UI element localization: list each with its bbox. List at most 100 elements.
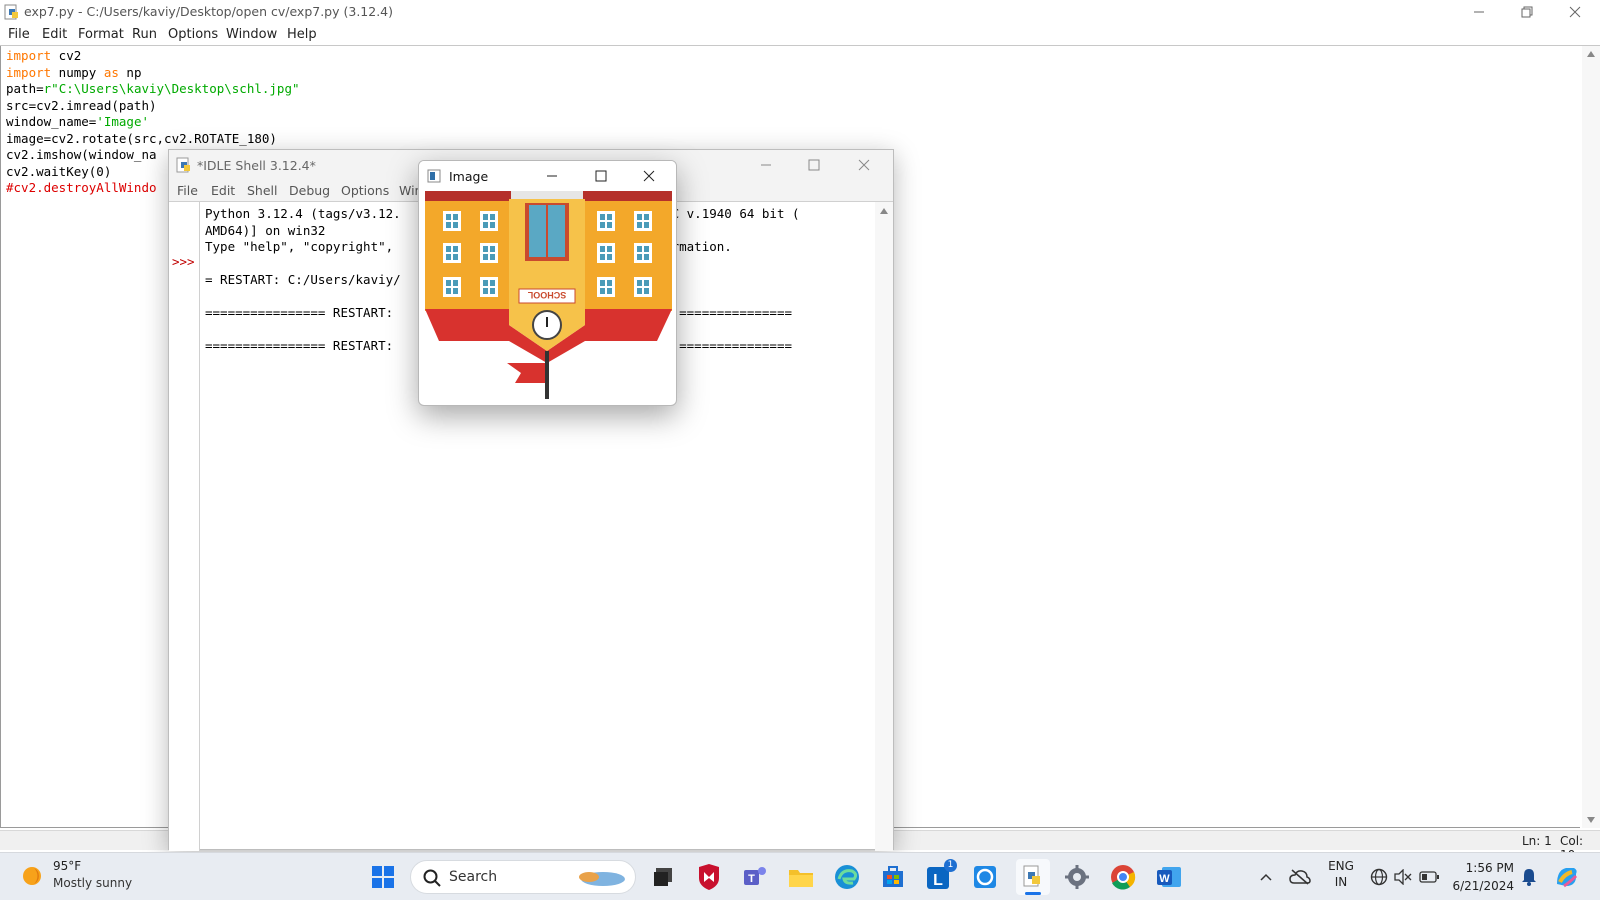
- shell-menu-file[interactable]: File: [177, 183, 198, 198]
- menu-window[interactable]: Window: [226, 27, 277, 42]
- school-building-illustration: SCHOOL: [425, 191, 672, 399]
- weather-temperature: 95°F: [53, 859, 82, 873]
- taskbar-store[interactable]: [878, 862, 908, 892]
- task-view-icon: [654, 868, 672, 886]
- battery-icon: [1419, 871, 1439, 883]
- code-token: path=: [6, 81, 44, 96]
- battery-button[interactable]: [1418, 865, 1440, 889]
- close-icon: [1569, 6, 1581, 18]
- task-view-button[interactable]: [648, 862, 678, 892]
- notifications-button[interactable]: [1518, 865, 1540, 889]
- image-maximize-button[interactable]: [578, 161, 624, 191]
- shell-maximize-button[interactable]: [791, 150, 837, 180]
- editor-menubar: File Edit Format Run Options Window Help: [0, 24, 1600, 46]
- restore-button[interactable]: [1504, 0, 1550, 24]
- weather-widget[interactable]: [18, 861, 48, 891]
- bell-icon: [1522, 869, 1536, 886]
- shell-minimize-button[interactable]: [743, 150, 789, 180]
- shell-menu-debug[interactable]: Debug: [289, 183, 330, 198]
- teams-icon: T: [744, 867, 766, 885]
- copilot-icon: [1557, 868, 1578, 888]
- school-sign-text: SCHOOL: [527, 290, 566, 300]
- code-token: import: [6, 48, 52, 63]
- maximize-icon: [808, 159, 820, 171]
- code-line[interactable]: image=cv2.rotate(src,cv2.ROTATE_180): [6, 131, 277, 147]
- menu-format[interactable]: Format: [78, 27, 124, 42]
- editor-title: exp7.py - C:/Users/kaviy/Desktop/open cv…: [24, 4, 394, 19]
- code-token: src=cv2.imread(path): [6, 97, 157, 113]
- taskbar-search[interactable]: Search: [410, 860, 636, 894]
- weather-sunny-icon: [23, 867, 41, 885]
- scroll-up-icon[interactable]: [879, 207, 889, 215]
- shell-close-button[interactable]: [841, 150, 887, 180]
- menu-edit[interactable]: Edit: [42, 27, 67, 42]
- code-line[interactable]: cv2.imshow(window_na: [6, 147, 157, 163]
- show-hidden-icons-button[interactable]: [1256, 865, 1276, 889]
- minimize-icon: [761, 164, 771, 166]
- code-line[interactable]: cv2.waitKey(0): [6, 164, 111, 180]
- code-line[interactable]: import numpy as np: [6, 65, 141, 81]
- menu-help[interactable]: Help: [287, 27, 317, 42]
- volume-button[interactable]: [1392, 865, 1414, 889]
- code-line[interactable]: #cv2.destroyAllWindo: [6, 180, 157, 196]
- taskbar-linkedin[interactable]: L 1: [924, 859, 957, 892]
- image-minimize-button[interactable]: [529, 161, 575, 191]
- code-line[interactable]: window_name='Image': [6, 114, 149, 130]
- shell-title: *IDLE Shell 3.12.4*: [197, 158, 316, 173]
- image-window-icon: [427, 169, 441, 183]
- taskbar-idle-active[interactable]: [1016, 859, 1050, 895]
- network-button[interactable]: [1368, 865, 1390, 889]
- taskbar-chrome[interactable]: [1108, 862, 1138, 892]
- clock-date: 6/21/2024: [1452, 879, 1514, 893]
- taskbar-word[interactable]: W: [1154, 862, 1184, 892]
- idle-app-icon: [4, 4, 18, 20]
- shell-menu-options[interactable]: Options: [341, 183, 389, 198]
- menu-options[interactable]: Options: [168, 27, 218, 42]
- copilot-button[interactable]: [1552, 862, 1582, 892]
- onedrive-button[interactable]: [1288, 865, 1312, 889]
- code-token: cv2.imshow(window_na: [6, 147, 157, 162]
- windows-logo-icon: [372, 866, 394, 888]
- image-close-button[interactable]: [626, 161, 672, 191]
- taskbar-edge[interactable]: [832, 862, 862, 892]
- taskbar-app-circle[interactable]: [970, 862, 1000, 892]
- scroll-up-icon[interactable]: [1586, 50, 1596, 58]
- taskbar-clock[interactable]: 1:56 PM 6/21/2024: [1448, 859, 1514, 895]
- shell-prompt: >>>: [172, 254, 195, 269]
- edge-browser-icon: [835, 865, 859, 889]
- language-region[interactable]: IN: [1326, 875, 1356, 889]
- taskbar-teams[interactable]: T: [740, 862, 770, 892]
- taskbar-settings[interactable]: [1062, 862, 1092, 892]
- status-line: Ln: 1: [1522, 834, 1552, 848]
- restore-icon: [1521, 6, 1533, 18]
- menu-file[interactable]: File: [8, 27, 30, 42]
- code-line[interactable]: path=r"C:\Users\kaviy\Desktop\schl.jpg": [6, 81, 300, 97]
- search-highlight-icon: [579, 872, 625, 886]
- app-circle-icon: [974, 866, 996, 888]
- taskbar-mcafee[interactable]: [694, 862, 724, 892]
- editor-scrollbar[interactable]: [1582, 46, 1600, 828]
- menu-run[interactable]: Run: [132, 27, 157, 42]
- language-code[interactable]: ENG: [1326, 859, 1356, 873]
- code-token: cv2.waitKey(0): [6, 163, 112, 179]
- chevron-up-icon: [1260, 873, 1272, 881]
- code-token: as: [103, 64, 119, 80]
- shell-output-line: = RESTART: C:/Users/kaviy/: [205, 272, 401, 287]
- taskbar-file-explorer[interactable]: [786, 862, 816, 892]
- start-button[interactable]: [368, 862, 398, 892]
- shell-menu-edit[interactable]: Edit: [211, 183, 235, 198]
- code-token: np: [118, 64, 142, 80]
- scroll-down-icon[interactable]: [1586, 816, 1596, 824]
- minimize-button[interactable]: [1456, 0, 1502, 24]
- close-button[interactable]: [1552, 0, 1598, 24]
- taskbar: 95°F Mostly sunny Search T L 1 W ENG IN …: [0, 852, 1600, 900]
- shell-menu-shell[interactable]: Shell: [247, 183, 278, 198]
- code-line[interactable]: src=cv2.imread(path): [6, 98, 157, 114]
- code-line[interactable]: import cv2: [6, 48, 81, 64]
- search-placeholder: Search: [449, 869, 498, 885]
- opencv-image-window[interactable]: Image SCHOOL: [418, 160, 677, 406]
- idle-shell-icon: [176, 157, 190, 173]
- weather-description: Mostly sunny: [53, 876, 133, 890]
- shell-scrollbar[interactable]: [875, 202, 893, 851]
- code-token: r"C:\Users\kaviy\Desktop\schl.jpg": [43, 81, 300, 96]
